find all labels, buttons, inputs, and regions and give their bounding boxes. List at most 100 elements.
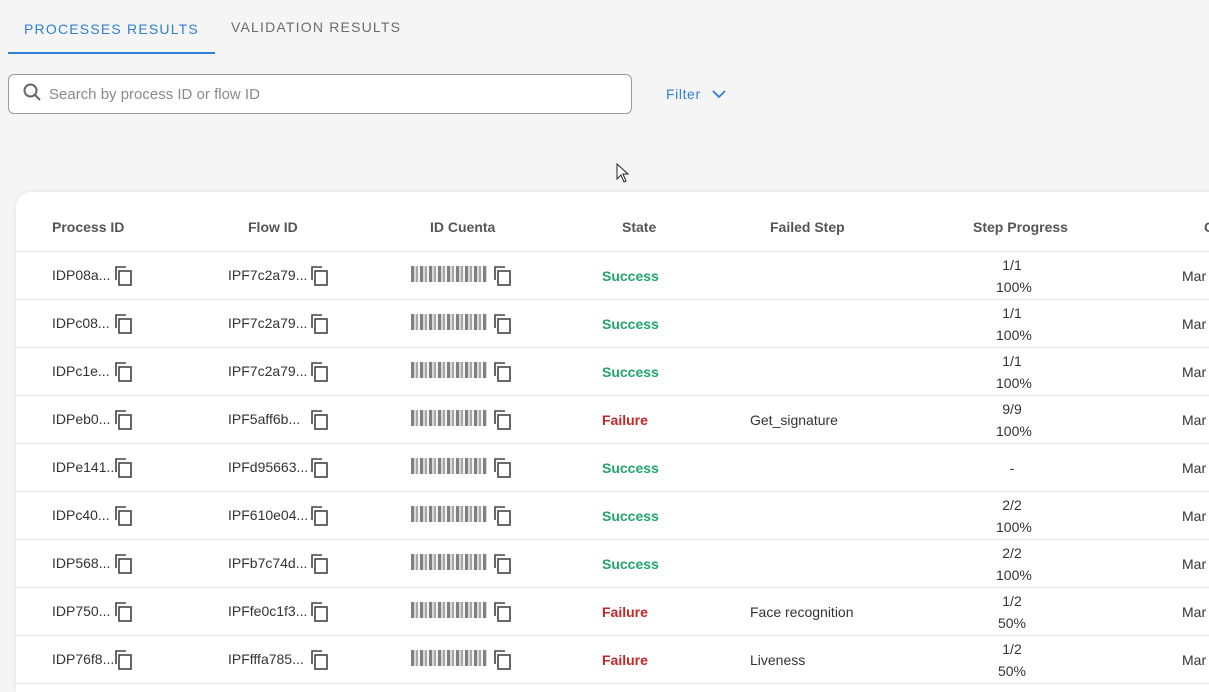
copy-icon[interactable] (492, 649, 512, 676)
step-progress-count: 1/1 (1002, 257, 1022, 273)
copy-icon[interactable] (113, 505, 133, 532)
step-progress-count: 2/2 (1002, 545, 1022, 561)
filter-button[interactable]: Filter (666, 84, 727, 104)
copy-icon[interactable] (113, 553, 133, 580)
flow-id: IPF7c2a79... (228, 363, 308, 379)
processes-table: Process ID Flow ID ID Cuenta State Faile… (16, 192, 1209, 692)
header-id-cuenta[interactable]: ID Cuenta (430, 219, 495, 235)
copy-icon[interactable] (492, 553, 512, 580)
copy-icon[interactable] (309, 361, 329, 388)
copy-icon[interactable] (309, 553, 329, 580)
state-badge: Failure (602, 652, 648, 668)
copy-icon[interactable] (492, 409, 512, 436)
flow-id: IPFfe0c1f3... (228, 603, 308, 619)
step-progress-percent: 50% (997, 615, 1027, 631)
process-id: IDPe141... (52, 459, 119, 475)
date-cell: Mar (1182, 412, 1207, 428)
state-badge: Failure (602, 412, 648, 428)
failed-step: Get_signature (750, 412, 838, 428)
header-process-id[interactable]: Process ID (52, 219, 124, 235)
failed-step: Liveness (750, 652, 806, 668)
step-progress-percent: 100% (996, 279, 1032, 295)
copy-icon[interactable] (309, 457, 329, 484)
process-id: IDP76f8... (52, 651, 115, 667)
date-cell: Mar (1182, 652, 1207, 668)
process-id: IDPc1e... (52, 363, 110, 379)
step-progress-count: 1/1 (1002, 353, 1022, 369)
copy-icon[interactable] (492, 601, 512, 628)
date-cell: Mar (1182, 364, 1207, 380)
copy-icon[interactable] (113, 409, 133, 436)
table-header: Process ID Flow ID ID Cuenta State Faile… (16, 192, 1209, 252)
table-row[interactable]: IDP08a... IPF7c2a79... Success 1/1 100% Mar (16, 252, 1209, 300)
process-id: IDP750... (52, 603, 111, 619)
header-step-progress[interactable]: Step Progress (973, 219, 1068, 235)
id-cuenta-redacted (411, 554, 487, 570)
copy-icon[interactable] (492, 505, 512, 532)
copy-icon[interactable] (113, 601, 133, 628)
process-id: IDP568... (52, 555, 111, 571)
search-input[interactable] (49, 85, 609, 103)
process-id: IDPc08... (52, 315, 110, 331)
copy-icon[interactable] (113, 265, 133, 292)
step-progress-count: 1/2 (1002, 641, 1022, 657)
id-cuenta-redacted (411, 362, 487, 378)
copy-icon[interactable] (113, 457, 133, 484)
filter-label: Filter (666, 86, 701, 102)
step-progress-percent: 100% (996, 519, 1032, 535)
copy-icon[interactable] (492, 265, 512, 292)
step-progress-count: 9/9 (1002, 401, 1022, 417)
flow-id: IPFfffa785... (228, 651, 304, 667)
copy-icon[interactable] (113, 649, 133, 676)
step-progress-count: 1/1 (1002, 305, 1022, 321)
process-id: IDPc40... (52, 507, 110, 523)
header-failed-step[interactable]: Failed Step (770, 219, 845, 235)
id-cuenta-redacted (411, 506, 487, 522)
date-cell: Mar (1182, 460, 1207, 476)
id-cuenta-redacted (411, 650, 487, 666)
step-progress-percent: 100% (996, 567, 1032, 583)
mouse-cursor-icon (616, 162, 630, 188)
copy-icon[interactable] (309, 265, 329, 292)
table-row[interactable]: IDP568... IPFb7c74d... Success 2/2 100% Mar (16, 540, 1209, 588)
table-row[interactable]: IDP76f8... IPFfffa785... Failure Liveness 1/… (16, 636, 1209, 684)
header-flow-id[interactable]: Flow ID (248, 219, 298, 235)
id-cuenta-redacted (411, 410, 487, 426)
state-badge: Success (602, 556, 659, 572)
search-icon (23, 83, 41, 106)
table-row[interactable]: IDPc1e... IPF7c2a79... Success 1/1 100% Mar (16, 348, 1209, 396)
table-row[interactable]: IDP750... IPFfe0c1f3... Failure Face recogn… (16, 588, 1209, 636)
chevron-down-icon (711, 86, 727, 102)
failed-step: Face recognition (750, 604, 854, 620)
step-progress-percent: 100% (996, 423, 1032, 439)
copy-icon[interactable] (309, 505, 329, 532)
copy-icon[interactable] (113, 313, 133, 340)
date-cell: Mar (1182, 604, 1207, 620)
flow-id: IPF5aff6b... (228, 411, 301, 427)
header-truncated[interactable]: C (1204, 219, 1209, 235)
copy-icon[interactable] (492, 361, 512, 388)
table-row[interactable]: IDPe141... IPFd95663... Success - Mar (16, 444, 1209, 492)
table-row[interactable]: IDPeb0... IPF5aff6b... Failure Get_signatur… (16, 396, 1209, 444)
id-cuenta-redacted (411, 602, 487, 618)
tab-validation-results[interactable]: VALIDATION RESULTS (215, 0, 417, 54)
copy-icon[interactable] (309, 409, 329, 436)
copy-icon[interactable] (309, 313, 329, 340)
copy-icon[interactable] (492, 457, 512, 484)
process-id: IDP08a... (52, 267, 111, 283)
step-progress-percent: 50% (997, 663, 1027, 679)
process-id: IDPeb0... (52, 411, 111, 427)
step-progress-count: 1/2 (1002, 593, 1022, 609)
table-row[interactable]: IDPc40... IPF610e04... Success 2/2 100% Mar (16, 492, 1209, 540)
copy-icon[interactable] (492, 313, 512, 340)
state-badge: Failure (602, 604, 648, 620)
flow-id: IPF7c2a79... (228, 267, 308, 283)
copy-icon[interactable] (309, 601, 329, 628)
copy-icon[interactable] (309, 649, 329, 676)
copy-icon[interactable] (113, 361, 133, 388)
date-cell: Mar (1182, 556, 1207, 572)
tab-processes-results[interactable]: PROCESSES RESULTS (8, 0, 215, 54)
header-state[interactable]: State (622, 219, 656, 235)
state-badge: Success (602, 508, 659, 524)
table-row[interactable]: IDPc08... IPF7c2a79... Success 1/1 100% Mar (16, 300, 1209, 348)
